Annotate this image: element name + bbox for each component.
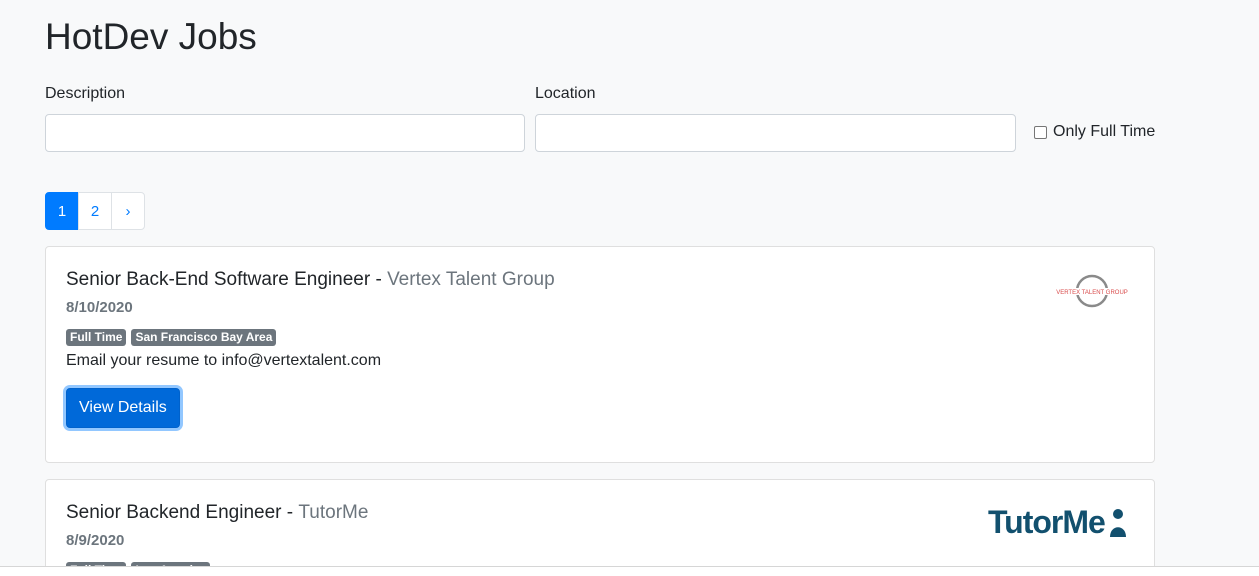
description-input[interactable]	[45, 114, 525, 152]
badge-group: Full Time San Francisco Bay Area	[66, 329, 277, 346]
company-logo: VERTEX TALENT GROUP	[1056, 274, 1128, 308]
job-type-badge: Full Time	[66, 329, 127, 346]
job-title: Senior Back-End Software Engineer	[66, 269, 371, 290]
page-title: HotDev Jobs	[45, 16, 257, 57]
company-name: TutorMe	[298, 502, 369, 523]
logo-text: VERTEX TALENT GROUP	[1056, 290, 1128, 296]
next-page-button[interactable]: ›	[111, 192, 145, 230]
description-label: Description	[45, 85, 126, 102]
bottom-bar	[0, 566, 1259, 576]
location-badge: San Francisco Bay Area	[131, 329, 277, 346]
location-label: Location	[535, 85, 596, 102]
page-2-button[interactable]: 2	[78, 192, 112, 230]
job-title: Senior Backend Engineer	[66, 502, 282, 523]
pagination: 1 2 ›	[45, 192, 145, 230]
job-description: Email your resume to info@vertextalent.c…	[66, 352, 382, 369]
location-input[interactable]	[535, 114, 1016, 152]
view-details-button[interactable]: View Details	[66, 388, 180, 428]
full-time-label: Only Full Time	[1053, 123, 1156, 140]
job-card: Senior Back-End Software Engineer - Vert…	[45, 246, 1155, 463]
job-card: Senior Backend Engineer - TutorMe 8/9/20…	[45, 479, 1155, 576]
company-logo: TutorMe	[988, 504, 1128, 541]
title-separator: -	[370, 269, 388, 290]
title-separator: -	[281, 502, 299, 523]
job-title-line: Senior Backend Engineer - TutorMe	[66, 502, 368, 524]
company-name: Vertex Talent Group	[387, 269, 555, 290]
page-1-button[interactable]: 1	[45, 192, 79, 230]
full-time-checkbox[interactable]	[1034, 125, 1047, 139]
posted-date: 8/9/2020	[66, 532, 125, 549]
full-time-filter[interactable]: Only Full Time	[1034, 123, 1155, 141]
job-title-line: Senior Back-End Software Engineer - Vert…	[66, 269, 555, 291]
person-icon	[1109, 508, 1126, 537]
posted-date: 8/10/2020	[66, 299, 133, 316]
page: HotDev Jobs Description Location Only Fu…	[0, 0, 1259, 576]
logo-text: TutorMe	[988, 504, 1106, 540]
